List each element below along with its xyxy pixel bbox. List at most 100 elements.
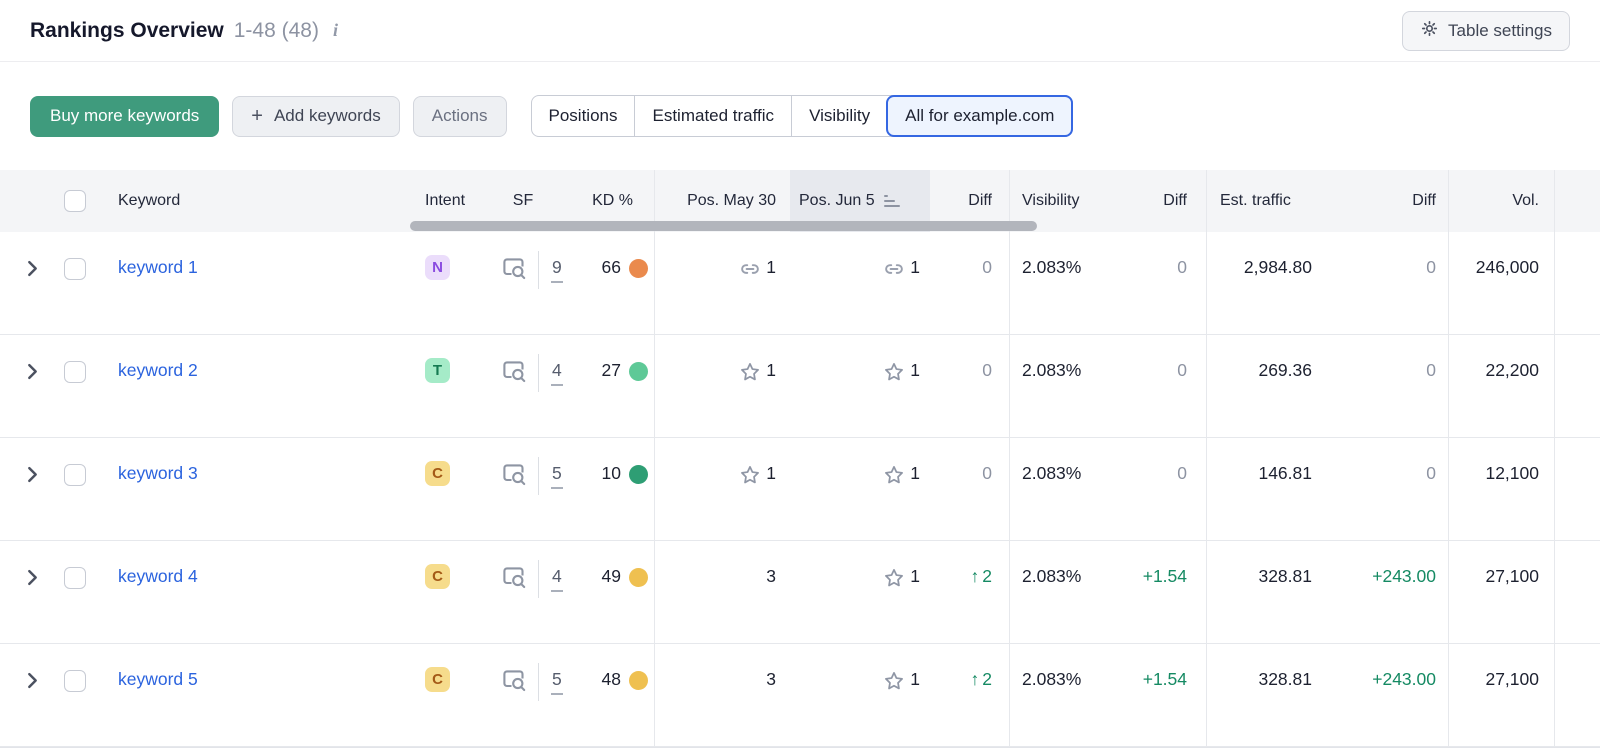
traffic-diff-value: 0 xyxy=(1426,360,1436,381)
serp-features-cell: 9 xyxy=(472,232,570,334)
column-header-diff-traffic[interactable]: Diff xyxy=(1317,170,1449,232)
kd-value: 49 xyxy=(602,566,621,587)
pos-jun-5-cell: 1 xyxy=(790,438,930,540)
visibility-diff-cell: 0 xyxy=(1120,438,1207,540)
row-checkbox[interactable] xyxy=(64,464,86,486)
actions-button[interactable]: Actions xyxy=(413,96,507,137)
position-diff-cell: ↑2 xyxy=(930,541,1010,643)
volume-value: 22,200 xyxy=(1485,360,1539,381)
intent-badge[interactable]: T xyxy=(425,358,450,383)
info-icon[interactable]: i xyxy=(333,20,338,41)
tab-all-for-example-com[interactable]: All for example.com xyxy=(886,95,1073,137)
table-settings-button[interactable]: Table settings xyxy=(1402,11,1570,51)
volume-value: 12,100 xyxy=(1485,463,1539,484)
serp-features-icon[interactable] xyxy=(502,463,527,491)
row-expander-cell xyxy=(0,644,64,746)
page-title: Rankings Overview xyxy=(30,19,224,43)
pos-jun-5-value: 1 xyxy=(910,463,920,484)
kd-difficulty-dot xyxy=(629,259,648,278)
add-keywords-button[interactable]: + Add keywords xyxy=(232,96,399,137)
keyword-link[interactable]: keyword 4 xyxy=(118,566,198,587)
visibility-diff-value: 0 xyxy=(1177,257,1187,278)
est-traffic-cell: 2,984.80 xyxy=(1207,232,1317,334)
results-range: 1-48 (48) xyxy=(234,19,319,43)
column-header-est-traffic[interactable]: Est. traffic xyxy=(1207,170,1317,232)
row-expander-cell xyxy=(0,232,64,334)
serp-features-icon[interactable] xyxy=(502,257,527,285)
row-filler-cell xyxy=(1555,232,1600,334)
volume-value: 246,000 xyxy=(1476,257,1539,278)
pos-may-30-cell: 1 xyxy=(655,232,790,334)
kd-difficulty-dot xyxy=(629,671,648,690)
actions-label: Actions xyxy=(432,106,488,126)
keyword-link[interactable]: keyword 2 xyxy=(118,360,198,381)
volume-value: 27,100 xyxy=(1485,669,1539,690)
chevron-right-icon[interactable] xyxy=(27,672,38,694)
intent-badge[interactable]: N xyxy=(425,255,450,280)
keyword-cell: keyword 4 xyxy=(104,541,410,643)
sf-count[interactable]: 4 xyxy=(551,566,563,592)
visibility-value: 2.083% xyxy=(1022,566,1081,587)
row-filler-cell xyxy=(1555,644,1600,746)
visibility-value: 2.083% xyxy=(1022,463,1081,484)
pos-jun-5-value: 1 xyxy=(910,669,920,690)
chevron-right-icon[interactable] xyxy=(27,260,38,282)
sf-count[interactable]: 4 xyxy=(551,360,563,386)
column-header-keyword[interactable]: Keyword xyxy=(104,170,410,232)
serp-features-icon[interactable] xyxy=(502,669,527,697)
pos-may-30-value: 1 xyxy=(766,257,776,278)
traffic-diff-value: 0 xyxy=(1426,257,1436,278)
traffic-diff-cell: 0 xyxy=(1317,232,1449,334)
serp-features-icon[interactable] xyxy=(502,566,527,594)
intent-badge[interactable]: C xyxy=(425,667,450,692)
visibility-cell: 2.083% xyxy=(1010,335,1120,437)
row-checkbox[interactable] xyxy=(64,361,86,383)
buy-more-keywords-button[interactable]: Buy more keywords xyxy=(30,96,219,137)
column-header-volume[interactable]: Vol. xyxy=(1449,170,1555,232)
table-row: keyword 4 C 4 49 3 xyxy=(0,541,1600,644)
tab-estimated-traffic[interactable]: Estimated traffic xyxy=(634,96,791,136)
pos-may-30-value: 1 xyxy=(766,463,776,484)
position-diff-cell: 0 xyxy=(930,438,1010,540)
sf-count[interactable]: 5 xyxy=(551,463,563,489)
kd-difficulty-dot xyxy=(629,465,648,484)
table-row: keyword 2 T 4 27 1 xyxy=(0,335,1600,438)
traffic-diff-value: +243.00 xyxy=(1372,669,1436,690)
position-diff-value: ↑2 xyxy=(971,669,992,690)
table-bottom-divider xyxy=(0,747,1600,748)
row-checkbox[interactable] xyxy=(64,670,86,692)
row-checkbox[interactable] xyxy=(64,258,86,280)
kd-value: 48 xyxy=(602,669,621,690)
select-all-checkbox[interactable] xyxy=(64,190,86,212)
sf-count[interactable]: 5 xyxy=(551,669,563,695)
est-traffic-cell: 328.81 xyxy=(1207,644,1317,746)
tab-visibility[interactable]: Visibility xyxy=(791,96,887,136)
horizontal-scrollbar-thumb[interactable] xyxy=(410,221,1037,231)
volume-cell: 246,000 xyxy=(1449,232,1555,334)
keyword-link[interactable]: keyword 1 xyxy=(118,257,198,278)
chevron-right-icon[interactable] xyxy=(27,466,38,488)
row-expander-cell xyxy=(0,335,64,437)
position-diff-value: 0 xyxy=(982,463,992,484)
chevron-right-icon[interactable] xyxy=(27,569,38,591)
pos-may-30-value: 3 xyxy=(766,669,776,690)
sf-count[interactable]: 9 xyxy=(551,257,563,283)
pos-may-30-cell: 1 xyxy=(655,335,790,437)
table-settings-label: Table settings xyxy=(1448,21,1552,41)
header-filler-cell xyxy=(1555,170,1600,232)
chevron-right-icon[interactable] xyxy=(27,363,38,385)
plus-icon: + xyxy=(251,106,263,126)
keyword-link[interactable]: keyword 3 xyxy=(118,463,198,484)
keyword-cell: keyword 3 xyxy=(104,438,410,540)
visibility-diff-value: 0 xyxy=(1177,360,1187,381)
row-checkbox[interactable] xyxy=(64,567,86,589)
serp-features-icon[interactable] xyxy=(502,360,527,388)
row-expander-cell xyxy=(0,438,64,540)
keyword-link[interactable]: keyword 5 xyxy=(118,669,198,690)
est-traffic-value: 328.81 xyxy=(1258,566,1312,587)
column-header-diff-visibility[interactable]: Diff xyxy=(1120,170,1207,232)
intent-badge[interactable]: C xyxy=(425,461,450,486)
tab-positions[interactable]: Positions xyxy=(532,96,635,136)
intent-badge[interactable]: C xyxy=(425,564,450,589)
toolbar: Buy more keywords + Add keywords Actions… xyxy=(0,62,1600,170)
